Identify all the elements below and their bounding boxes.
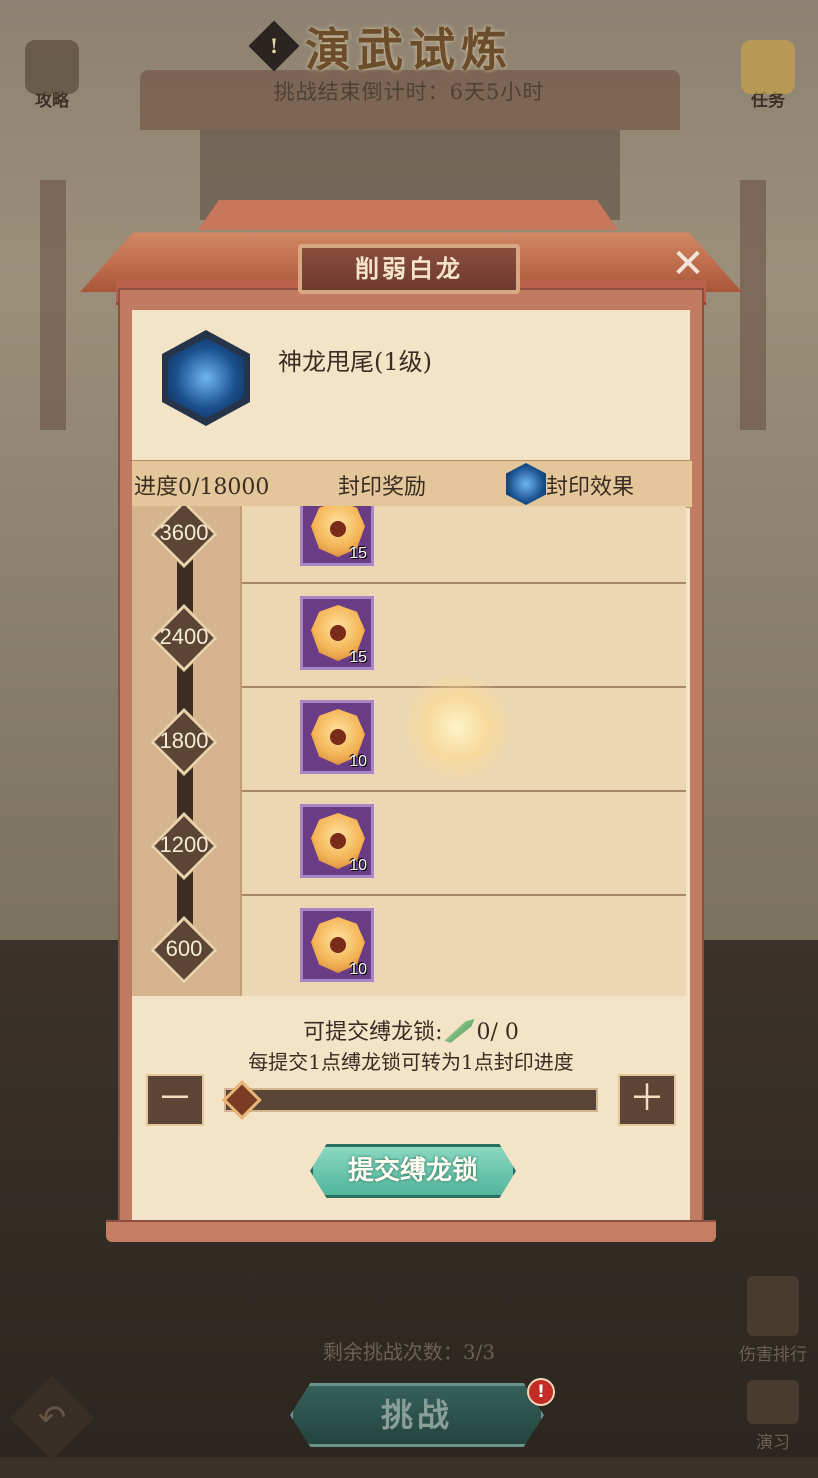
effect-column-header[interactable]: 封印效果 [546, 469, 634, 501]
reward-item[interactable]: 15 [300, 506, 374, 566]
list-item: 10 [242, 792, 686, 896]
submit-locks-button[interactable]: 提交缚龙锁 [310, 1144, 516, 1198]
practice-label: 演习 [756, 1433, 790, 1453]
milestone-value: 3600 [159, 520, 209, 545]
list-item: 10 [242, 896, 686, 996]
progress-text: 进度0/18000 [134, 475, 270, 500]
sparkle-effect [402, 672, 512, 782]
seal-effect-icon[interactable] [506, 463, 546, 505]
training-dummy-icon [747, 1380, 799, 1424]
minus-button[interactable]: － [146, 1074, 204, 1126]
background-pillar [40, 180, 66, 430]
practice-button[interactable]: 演习 [728, 1380, 818, 1453]
list-item: 15 [242, 506, 686, 584]
reward-count: 15 [349, 545, 367, 562]
milestone-value: 1200 [159, 832, 209, 857]
page-title: 演武试炼 [305, 23, 513, 77]
amount-slider[interactable] [224, 1088, 598, 1112]
available-label: 可提交缚龙锁: [303, 1020, 443, 1045]
milestone-value: 2400 [159, 624, 209, 649]
reward-column-header: 封印奖励 [338, 475, 427, 500]
reward-item[interactable]: 10 [300, 908, 374, 982]
minus-icon: － [156, 1078, 193, 1119]
roof-ridge [198, 200, 618, 230]
chat-bubble-icon [25, 40, 79, 94]
plus-button[interactable]: ＋ [618, 1074, 676, 1126]
skill-name: 神龙甩尾(1级) [278, 348, 432, 376]
plus-icon: ＋ [628, 1078, 665, 1119]
challenge-button[interactable]: 挑战 [290, 1383, 544, 1447]
strategy-button[interactable]: 攻略 [16, 40, 88, 111]
notification-badge: ! [527, 1378, 555, 1406]
milestone-value: 600 [165, 936, 203, 961]
countdown-text: 挑战结束倒计时：6天5小时 [273, 80, 545, 104]
dragon-lock-icon [444, 1019, 475, 1043]
reward-count: 10 [349, 857, 367, 874]
bar-chart-icon [747, 1276, 799, 1336]
back-arrow-icon: ↶ [37, 1398, 67, 1438]
available-locks: 可提交缚龙锁: 0/ 0 [132, 1014, 690, 1046]
close-icon: ✕ [671, 241, 705, 287]
milestone-node: 3600 [150, 506, 218, 568]
milestone-value: 1800 [159, 728, 209, 753]
reward-count: 15 [349, 649, 367, 666]
milestone-node: 600 [150, 916, 218, 984]
reward-count: 10 [349, 753, 367, 770]
damage-rank-button[interactable]: 伤害排行 [728, 1276, 818, 1365]
available-value: 0/ 0 [476, 1020, 519, 1045]
milestone-node: 1800 [150, 708, 218, 776]
quest-button[interactable]: 任务 [732, 40, 804, 111]
close-button[interactable]: ✕ [670, 244, 706, 284]
table-header: 进度0/18000 封印奖励 封印效果 [132, 460, 692, 508]
modal-title: 削弱白龙 [298, 244, 520, 294]
submit-section: 可提交缚龙锁: 0/ 0 每提交1点缚龙锁可转为1点封印进度 － ＋ 提交缚龙锁 [132, 996, 690, 1220]
reward-item[interactable]: 10 [300, 700, 374, 774]
milestone-node: 2400 [150, 604, 218, 672]
reward-item[interactable]: 10 [300, 804, 374, 878]
reward-item[interactable]: 15 [300, 596, 374, 670]
conversion-hint: 每提交1点缚龙锁可转为1点封印进度 [248, 1050, 574, 1074]
damage-rank-label: 伤害排行 [739, 1345, 807, 1365]
slider-handle[interactable] [222, 1080, 262, 1120]
scroll-icon [741, 40, 795, 94]
reward-count: 10 [349, 961, 367, 978]
background-pillar [740, 180, 766, 430]
panel-base [106, 1220, 716, 1242]
remaining-attempts: 剩余挑战次数：3/3 [322, 1340, 496, 1364]
back-button[interactable]: ↶ [9, 1375, 95, 1461]
milestone-node: 1200 [150, 812, 218, 880]
